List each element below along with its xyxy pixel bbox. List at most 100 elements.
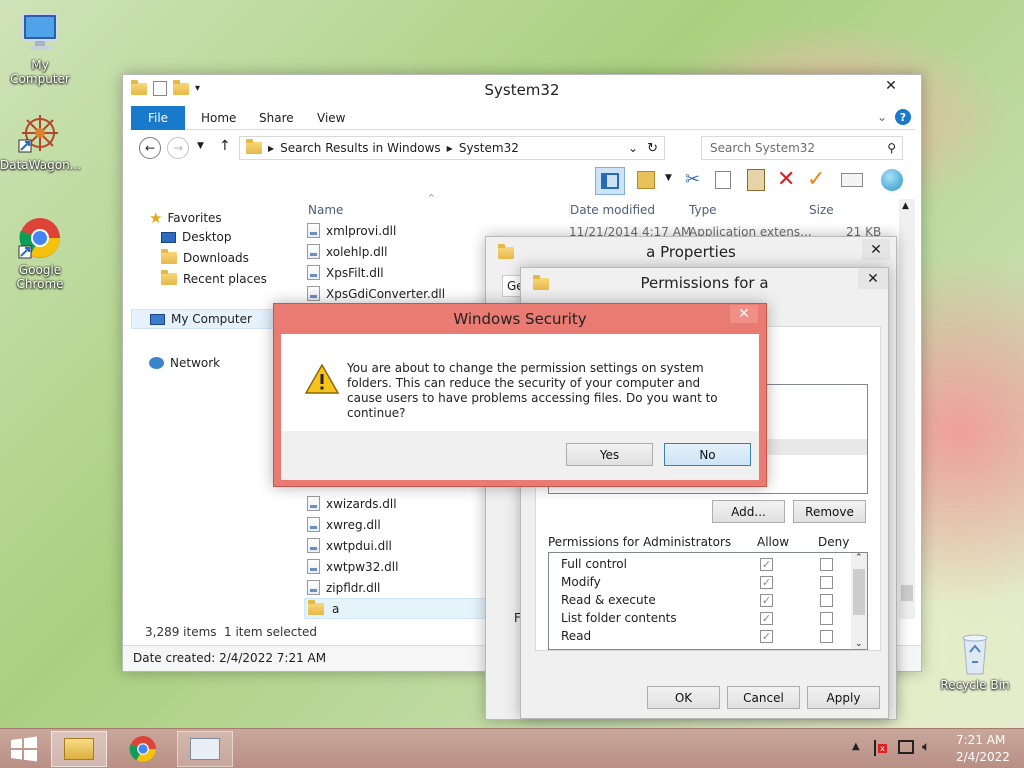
paste-icon[interactable] — [747, 169, 765, 191]
folder-icon — [246, 139, 262, 154]
list-item[interactable]: xwreg.dll — [307, 514, 381, 535]
apply-button[interactable]: Apply — [807, 686, 880, 709]
change-view-icon[interactable] — [637, 171, 655, 189]
cancel-button[interactable]: Cancel — [727, 686, 800, 709]
up-button[interactable]: ↑ — [219, 138, 231, 154]
list-item[interactable]: xmlprovi.dll — [307, 220, 396, 241]
scroll-thumb[interactable] — [853, 569, 865, 615]
no-button[interactable]: No — [664, 443, 751, 466]
list-item[interactable]: xwizards.dll — [307, 493, 397, 514]
desktop-icon-label: Google Chrome — [16, 263, 64, 291]
search-box[interactable]: Search System32 ⚲ — [701, 136, 903, 160]
scroll-up-icon[interactable]: ⌃ — [855, 553, 863, 563]
explorer-titlebar[interactable]: ▾ System32 ✕ — [123, 75, 921, 105]
rename-icon[interactable] — [841, 173, 863, 187]
nav-recent-places[interactable]: Recent places — [161, 270, 267, 286]
remove-button[interactable]: Remove — [793, 500, 866, 523]
list-item-selected[interactable]: a — [304, 598, 488, 619]
checkmark-icon[interactable]: ✓ — [807, 167, 825, 192]
list-item[interactable]: xwtpw32.dll — [307, 556, 398, 577]
list-item[interactable]: xolehlp.dll — [307, 241, 387, 262]
ok-button[interactable]: OK — [647, 686, 720, 709]
recent-locations-icon[interactable]: ▼ — [197, 141, 204, 151]
list-item[interactable]: zipfldr.dll — [307, 577, 380, 598]
breadcrumb-separator-icon: ▶ — [268, 143, 275, 153]
volume-icon[interactable]: 🔈︎ — [922, 739, 930, 755]
list-item[interactable]: XpsGdiConverter.dll — [307, 283, 445, 304]
deny-checkbox[interactable] — [820, 612, 833, 625]
search-input[interactable]: Search System32 — [710, 141, 815, 155]
desktop-icon-my-computer[interactable]: My Computer — [0, 10, 80, 86]
delete-icon[interactable]: ✕ — [777, 167, 795, 192]
clock-date[interactable]: 2/4/2022 — [956, 750, 1010, 764]
taskbar-explorer[interactable] — [51, 731, 107, 767]
column-header-type[interactable]: Type — [689, 203, 717, 217]
vertical-scrollbar[interactable]: ▲ — [899, 199, 915, 619]
column-header-name[interactable]: Name — [308, 203, 343, 217]
permissions-titlebar[interactable]: Permissions for a ✕ — [521, 268, 888, 298]
close-button[interactable]: ✕ — [858, 268, 888, 289]
tab-file[interactable]: File — [131, 106, 185, 130]
column-header-date[interactable]: Date modified — [569, 203, 655, 217]
column-header-size[interactable]: Size — [809, 203, 834, 217]
scroll-down-icon[interactable]: ⌄ — [855, 639, 863, 649]
tab-home[interactable]: Home — [201, 111, 236, 125]
copy-icon[interactable] — [715, 171, 731, 189]
preview-pane-icon[interactable] — [595, 167, 625, 195]
desktop-icon-recycle-bin[interactable]: Recycle Bin — [935, 630, 1015, 692]
network-status-icon[interactable] — [898, 740, 914, 754]
computer-icon — [150, 313, 165, 325]
allow-checkbox: ✓ — [760, 576, 773, 589]
date-created-text: Date created: 2/4/2022 7:21 AM — [133, 651, 327, 665]
back-arrow-icon: ← — [144, 141, 156, 155]
close-button[interactable]: ✕ — [730, 305, 758, 323]
help-icon[interactable]: ? — [895, 109, 911, 125]
forward-button[interactable]: → — [167, 137, 189, 159]
close-button[interactable]: ✕ — [862, 239, 890, 260]
globe-icon[interactable] — [881, 169, 903, 191]
up-arrow-icon: ↑ — [219, 138, 231, 154]
action-center-icon[interactable]: x — [874, 740, 888, 756]
list-item[interactable]: xwtpdui.dll — [307, 535, 392, 556]
chevron-down-icon[interactable]: ⌄ — [877, 110, 887, 124]
desktop-icon-datawagon[interactable]: DataWagon... — [0, 110, 81, 172]
deny-checkbox[interactable] — [820, 576, 833, 589]
tab-view[interactable]: View — [317, 111, 345, 125]
breadcrumb-item[interactable]: System32 — [459, 141, 519, 155]
chevron-down-icon[interactable]: ⌄ — [628, 141, 638, 155]
nav-favorites[interactable]: ★ Favorites — [149, 209, 222, 227]
refresh-icon[interactable]: ↻ — [647, 141, 658, 156]
add-button[interactable]: Add... — [712, 500, 785, 523]
desktop-icon-label: Recycle Bin — [940, 678, 1010, 692]
back-button[interactable]: ← — [139, 137, 161, 159]
nav-desktop[interactable]: Desktop — [161, 230, 232, 244]
scroll-thumb[interactable] — [901, 585, 913, 601]
dll-file-icon — [307, 517, 320, 532]
address-bar[interactable]: ▶ Search Results in Windows ▶ System32 ⌄… — [239, 136, 665, 160]
start-button[interactable] — [0, 731, 48, 767]
dll-file-icon — [307, 496, 320, 511]
cut-icon[interactable]: ✂ — [685, 169, 700, 190]
close-button[interactable]: ✕ — [869, 75, 913, 96]
show-hidden-icons[interactable]: ▲ — [852, 741, 860, 752]
breadcrumb-item[interactable]: Search Results in Windows — [280, 141, 441, 155]
scroll-up-icon[interactable]: ▲ — [902, 201, 909, 211]
allow-checkbox: ✓ — [760, 594, 773, 607]
desktop-icon-chrome[interactable]: Google Chrome — [0, 215, 80, 291]
taskbar-chrome[interactable] — [115, 731, 171, 767]
permissions-scrollbar[interactable]: ⌃ ⌄ — [851, 553, 867, 649]
deny-checkbox[interactable] — [820, 558, 833, 571]
deny-checkbox[interactable] — [820, 630, 833, 643]
nav-downloads[interactable]: Downloads — [161, 249, 249, 265]
list-item[interactable]: XpsFilt.dll — [307, 262, 384, 283]
yes-button[interactable]: Yes — [566, 443, 653, 466]
tab-share[interactable]: Share — [259, 111, 294, 125]
deny-checkbox[interactable] — [820, 594, 833, 607]
chevron-down-icon[interactable]: ▼ — [665, 173, 672, 183]
nav-network[interactable]: Network — [149, 356, 220, 370]
taskbar-performance[interactable] — [177, 731, 233, 767]
nav-my-computer[interactable]: My Computer — [131, 309, 279, 329]
properties-titlebar[interactable]: a Properties ✕ — [486, 237, 896, 267]
clock-time[interactable]: 7:21 AM — [956, 733, 1005, 747]
permission-row: Full control — [561, 557, 627, 571]
